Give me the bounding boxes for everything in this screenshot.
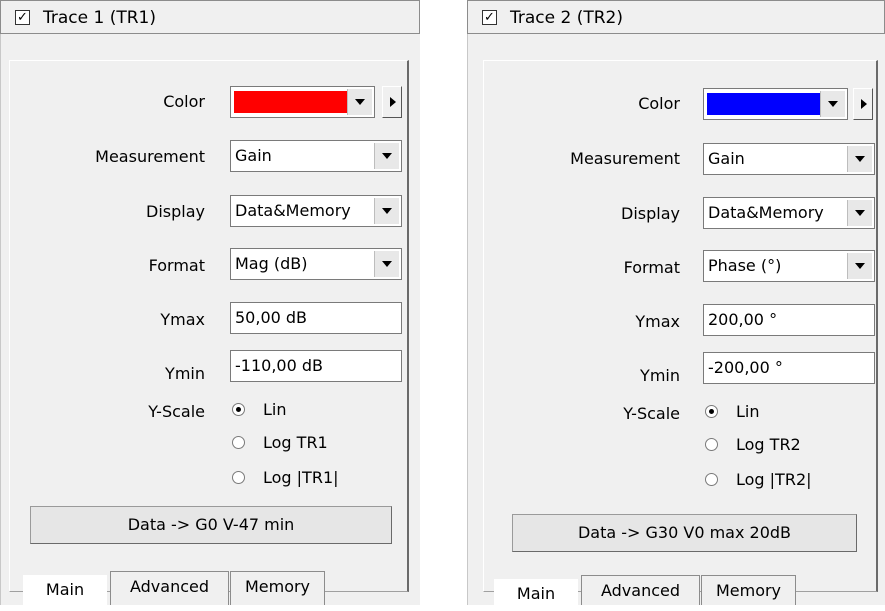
ymin-field[interactable]: -200,00 °	[703, 352, 875, 384]
tab-memory[interactable]: Memory	[230, 571, 325, 605]
display-value: Data&Memory	[235, 201, 351, 220]
data-transfer-button[interactable]: Data -> G30 V0 max 20dB	[512, 514, 857, 552]
measurement-label: Measurement	[95, 147, 205, 166]
ymax-label: Ymax	[635, 312, 680, 331]
yscale-radio-lin[interactable]	[232, 403, 245, 416]
format-dropdown[interactable]: Mag (dB)	[230, 248, 402, 280]
display-dropdown[interactable]: Data&Memory	[230, 195, 402, 227]
measurement-dropdown[interactable]: Gain	[703, 143, 875, 175]
ymin-field[interactable]: -110,00 dB	[230, 350, 402, 382]
yscale-option-logabs: Log |TR2|	[736, 470, 812, 489]
yscale-radio-log[interactable]	[705, 438, 718, 451]
ymax-field[interactable]: 200,00 °	[703, 304, 875, 336]
tab-advanced[interactable]: Advanced	[110, 571, 229, 605]
yscale-label: Y-Scale	[148, 402, 205, 421]
color-swatch	[707, 93, 825, 115]
format-label: Format	[623, 258, 680, 277]
trace-panel-2: ✓ Trace 2 (TR2) Color Measurement Gain D…	[467, 0, 885, 611]
display-label: Display	[621, 204, 680, 223]
trace-enable-checkbox[interactable]: ✓	[482, 10, 497, 25]
color-label: Color	[638, 94, 680, 113]
tab-memory[interactable]: Memory	[701, 575, 796, 605]
chevron-down-icon[interactable]	[374, 198, 399, 224]
measurement-dropdown[interactable]: Gain	[230, 140, 402, 172]
yscale-radio-logabs[interactable]	[705, 473, 718, 486]
display-dropdown[interactable]: Data&Memory	[703, 197, 875, 229]
trace-enable-checkbox[interactable]: ✓	[15, 10, 30, 25]
measurement-value: Gain	[708, 149, 745, 168]
display-label: Display	[146, 202, 205, 221]
trace-title: Trace 2 (TR2)	[510, 8, 623, 28]
trace-body: Color Measurement Gain Display Data&Memo…	[467, 34, 885, 611]
format-label: Format	[148, 256, 205, 275]
yscale-radio-logabs[interactable]	[232, 471, 245, 484]
yscale-option-lin: Lin	[736, 402, 760, 421]
color-label: Color	[163, 92, 205, 111]
color-dropdown[interactable]	[703, 88, 848, 120]
ymin-label: Ymin	[640, 366, 680, 385]
ymax-value: 50,00 dB	[235, 308, 308, 327]
yscale-option-log: Log TR2	[736, 435, 801, 454]
trace-title: Trace 1 (TR1)	[43, 8, 156, 28]
chevron-down-icon[interactable]	[847, 253, 872, 279]
chevron-down-icon[interactable]	[374, 143, 399, 169]
yscale-option-log: Log TR1	[263, 433, 328, 452]
tab-main[interactable]: Main	[23, 575, 107, 607]
chevron-down-icon[interactable]	[847, 200, 872, 226]
display-value: Data&Memory	[708, 203, 824, 222]
yscale-option-logabs: Log |TR1|	[263, 468, 339, 487]
measurement-label: Measurement	[570, 149, 680, 168]
format-dropdown[interactable]: Phase (°)	[703, 250, 875, 282]
ymax-field[interactable]: 50,00 dB	[230, 302, 402, 334]
yscale-label: Y-Scale	[623, 404, 680, 423]
tab-main[interactable]: Main	[494, 579, 578, 611]
triangle-right-icon[interactable]	[382, 86, 402, 118]
ymin-label: Ymin	[165, 364, 205, 383]
ymin-value: -110,00 dB	[235, 356, 323, 375]
yscale-radio-log[interactable]	[232, 436, 245, 449]
chevron-down-icon[interactable]	[820, 91, 845, 117]
chevron-down-icon[interactable]	[374, 251, 399, 277]
color-swatch	[234, 91, 352, 113]
chevron-down-icon[interactable]	[347, 89, 372, 115]
ymax-label: Ymax	[160, 310, 205, 329]
trace-header: ✓ Trace 2 (TR2)	[467, 0, 885, 34]
trace-panel-1: ✓ Trace 1 (TR1) Color Measurement Gain D…	[0, 0, 420, 607]
format-value: Phase (°)	[708, 256, 782, 275]
triangle-right-icon[interactable]	[853, 88, 873, 120]
format-value: Mag (dB)	[235, 254, 308, 273]
chevron-down-icon[interactable]	[847, 146, 872, 172]
measurement-value: Gain	[235, 146, 272, 165]
color-dropdown[interactable]	[230, 86, 375, 118]
trace-header: ✓ Trace 1 (TR1)	[0, 0, 420, 34]
trace-body: Color Measurement Gain Display Data&Memo…	[0, 34, 420, 607]
data-transfer-button[interactable]: Data -> G0 V-47 min	[30, 506, 392, 544]
ymax-value: 200,00 °	[708, 310, 778, 329]
tab-advanced[interactable]: Advanced	[581, 575, 700, 605]
yscale-radio-lin[interactable]	[705, 405, 718, 418]
ymin-value: -200,00 °	[708, 358, 783, 377]
yscale-option-lin: Lin	[263, 400, 287, 419]
